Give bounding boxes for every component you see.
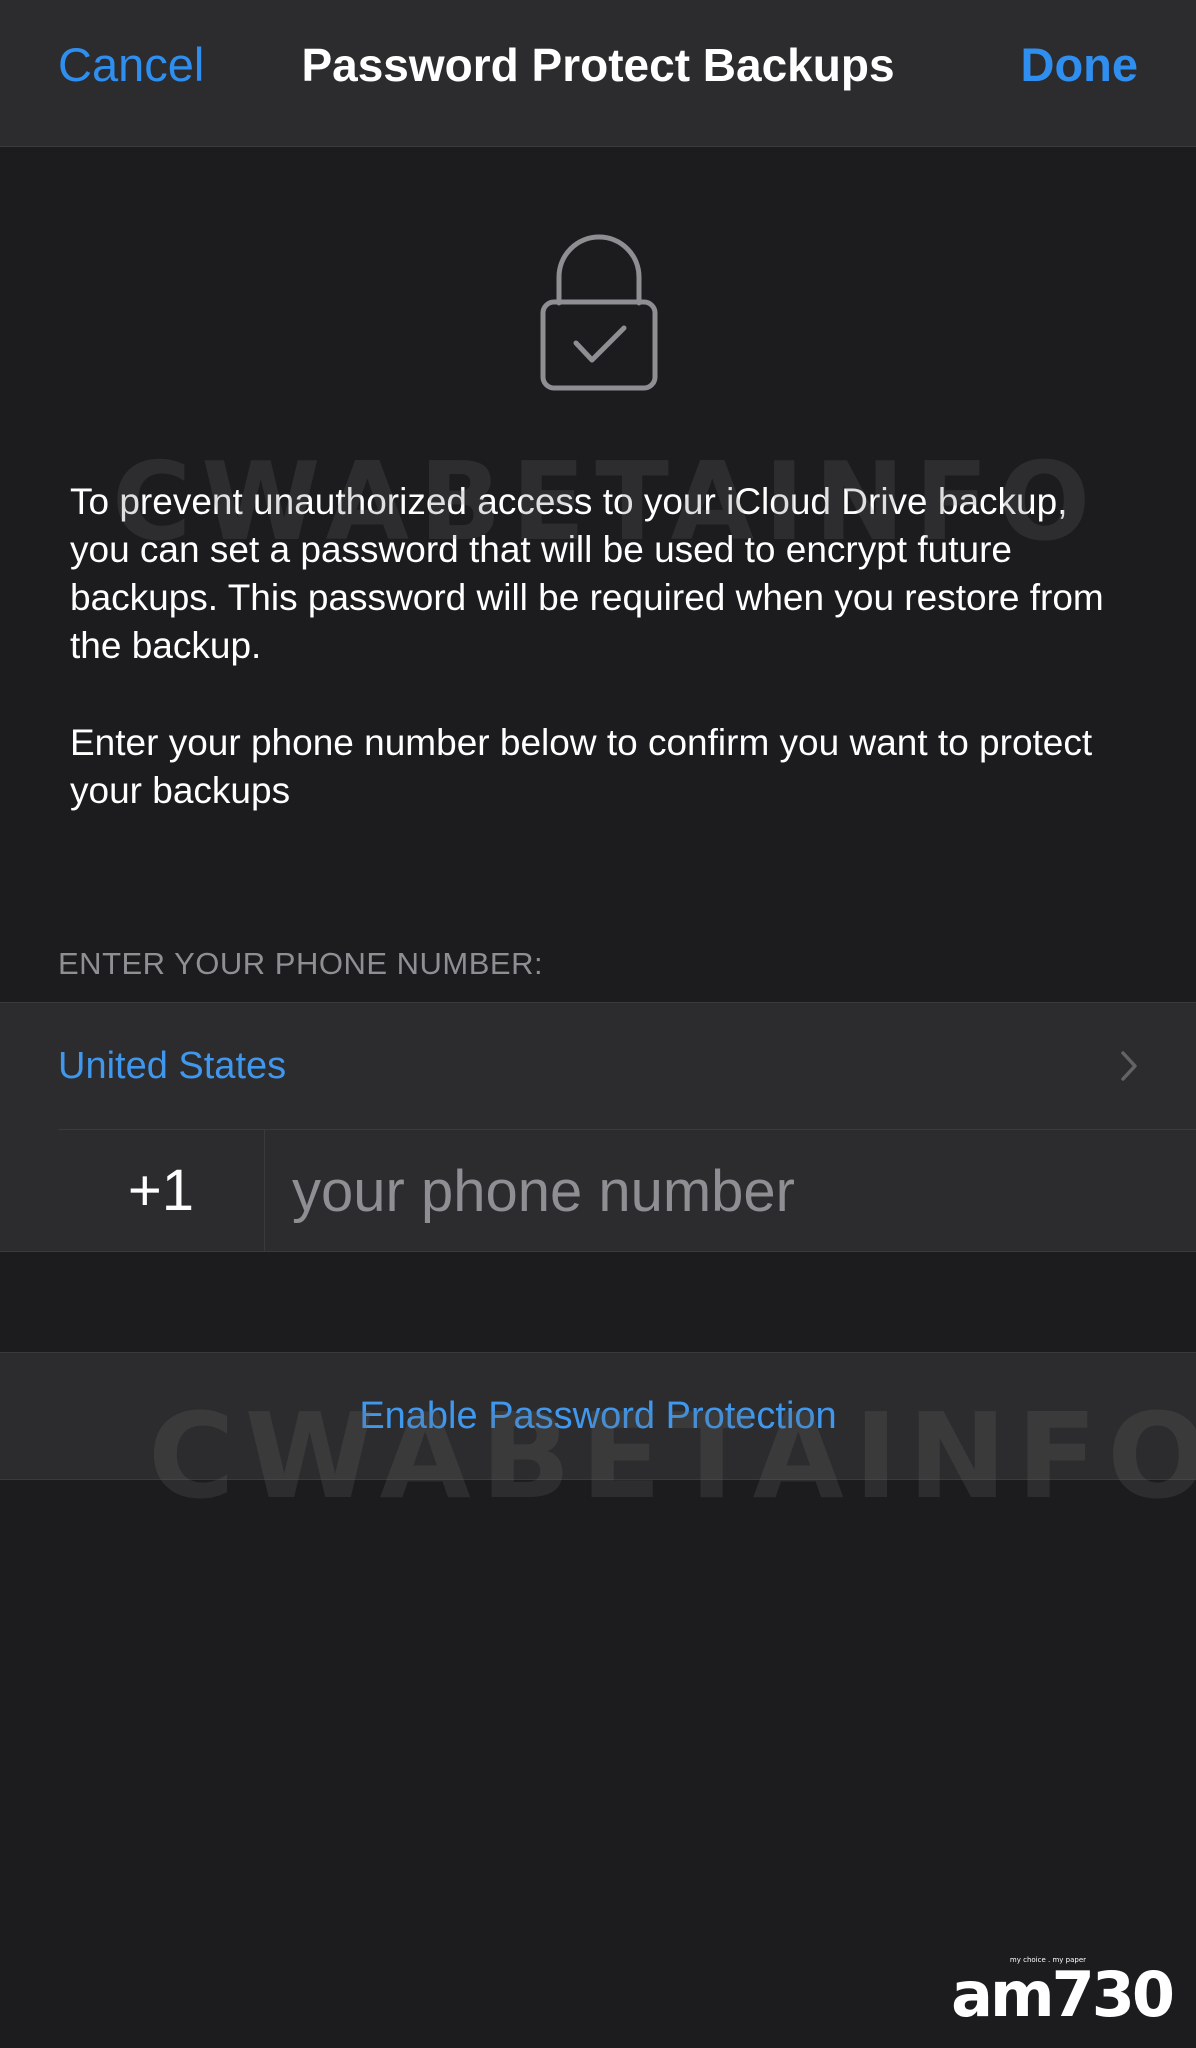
chevron-right-icon (1121, 1051, 1137, 1081)
confirm-instruction: Enter your phone number below to confirm… (70, 722, 1093, 811)
backup-description: To prevent unauthorized access to your i… (70, 481, 1104, 666)
country-code-cell: +1 (58, 1130, 265, 1251)
lock-check-icon (540, 234, 658, 391)
phone-section-header: ENTER YOUR PHONE NUMBER: (58, 946, 544, 981)
country-label: United States (58, 1045, 287, 1087)
enable-group: Enable Password Protection (0, 1352, 1196, 1480)
country-code: +1 (127, 1158, 195, 1223)
enable-password-protection-button[interactable]: Enable Password Protection (0, 1353, 1196, 1479)
corner-logo: am730 (951, 1958, 1175, 2031)
country-selector[interactable]: United States (0, 1003, 1196, 1129)
phone-number-input[interactable] (292, 1153, 1152, 1229)
done-button[interactable]: Done (1021, 37, 1139, 93)
navigation-bar: Cancel Password Protect Backups Done (0, 0, 1196, 147)
cancel-button[interactable]: Cancel (58, 37, 204, 93)
phone-number-group: United States +1 (0, 1002, 1196, 1252)
